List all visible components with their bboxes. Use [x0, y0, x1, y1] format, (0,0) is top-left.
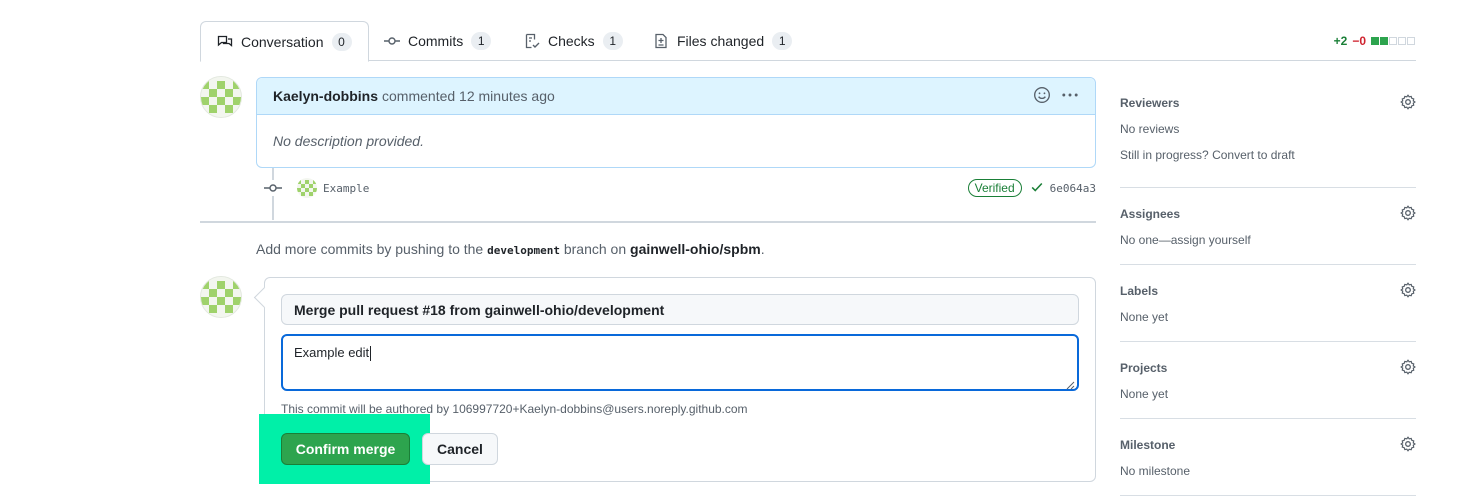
comment-author[interactable]: Kaelyn-dobbins — [273, 88, 378, 104]
diffstat-additions: +2 — [1333, 34, 1348, 48]
checklist-icon — [524, 33, 540, 49]
git-commit-icon — [384, 33, 400, 49]
sidebar-reviewers: Reviewers No reviews Still in progress? … — [1120, 77, 1416, 188]
smiley-icon[interactable] — [1033, 86, 1051, 107]
cancel-button[interactable]: Cancel — [422, 433, 498, 465]
commit-message-link[interactable]: Example — [323, 182, 369, 195]
branch-name: development — [487, 244, 560, 257]
commit-sha-link[interactable]: 6e064a3 — [1050, 182, 1096, 195]
tab-count: 1 — [602, 32, 623, 50]
pr-description-comment: Kaelyn-dobbins commented 12 minutes ago … — [256, 77, 1096, 168]
reviewers-value: No reviews — [1120, 122, 1180, 136]
push-hint-suffix: . — [760, 241, 765, 257]
sidebar-projects: Projects None yet — [1120, 342, 1416, 419]
kebab-horizontal-icon[interactable] — [1061, 86, 1079, 107]
tab-count: 1 — [772, 32, 793, 50]
gear-icon[interactable] — [1400, 94, 1416, 110]
avatar[interactable] — [200, 76, 242, 118]
projects-heading[interactable]: Projects — [1120, 361, 1416, 375]
sidebar-milestone: Milestone No milestone — [1120, 419, 1416, 496]
draft-hint: Still in progress? Convert to draft — [1120, 148, 1416, 162]
push-hint-prefix: Add more commits by pushing to the — [256, 241, 488, 257]
tab-label: Commits — [408, 33, 464, 49]
labels-value: None yet — [1120, 310, 1169, 324]
gear-icon[interactable] — [1400, 359, 1416, 375]
tab-label: Checks — [548, 33, 595, 49]
pr-sidebar: Reviewers No reviews Still in progress? … — [1120, 77, 1416, 496]
sidebar-labels: Labels None yet — [1120, 265, 1416, 342]
comment-body: No description provided. — [273, 133, 424, 149]
sidebar-assignees: Assignees No one—assign yourself — [1120, 188, 1416, 265]
reviewers-heading[interactable]: Reviewers — [1120, 96, 1416, 110]
avatar[interactable] — [200, 276, 242, 318]
draft-hint-prefix: Still in progress? — [1120, 148, 1209, 162]
comment-timestamp[interactable]: commented 12 minutes ago — [382, 88, 555, 104]
check-icon — [1030, 180, 1044, 197]
push-hint: Add more commits by pushing to the devel… — [256, 241, 765, 257]
confirm-merge-button[interactable]: Confirm merge — [281, 433, 410, 465]
identicon-image — [201, 77, 241, 117]
commit-row: Example Verified 6e064a3 — [264, 176, 1096, 200]
repo-name: gainwell-ohio/spbm — [630, 241, 761, 257]
tab-label: Files changed — [677, 33, 765, 49]
timeline-divider — [200, 221, 1096, 223]
milestone-value: No milestone — [1120, 464, 1191, 478]
verified-badge[interactable]: Verified — [967, 179, 1022, 197]
diffstat-deletions: −0 — [1352, 34, 1366, 48]
projects-value: None yet — [1120, 387, 1169, 401]
git-commit-icon — [264, 180, 282, 196]
assignees-heading[interactable]: Assignees — [1120, 207, 1416, 221]
comment-discussion-icon — [217, 34, 233, 50]
gear-icon[interactable] — [1400, 282, 1416, 298]
assign-yourself-link[interactable]: No one—assign yourself — [1120, 233, 1416, 247]
tab-checks[interactable]: Checks 1 — [508, 21, 639, 61]
tab-conversation[interactable]: Conversation 0 — [200, 21, 369, 62]
file-diff-icon — [653, 33, 669, 49]
pr-tabs: Conversation 0 Commits 1 Checks 1 Files … — [200, 21, 1416, 62]
push-hint-middle: branch on — [559, 241, 631, 257]
diffstat: +2 −0 — [1334, 34, 1416, 48]
comment-header: Kaelyn-dobbins commented 12 minutes ago — [257, 78, 1095, 115]
resize-handle-icon[interactable] — [1066, 378, 1075, 390]
gear-icon[interactable] — [1400, 436, 1416, 452]
diffstat-blocks — [1371, 37, 1416, 45]
identicon-image — [201, 277, 241, 317]
gear-icon[interactable] — [1400, 205, 1416, 221]
text-caret — [370, 346, 372, 362]
tab-files-changed[interactable]: Files changed 1 — [637, 21, 808, 61]
tab-count: 0 — [331, 32, 352, 51]
milestone-heading[interactable]: Milestone — [1120, 438, 1416, 452]
convert-to-draft-link[interactable]: Convert to draft — [1212, 148, 1295, 162]
labels-heading[interactable]: Labels — [1120, 284, 1416, 298]
tab-commits[interactable]: Commits 1 — [368, 21, 507, 61]
tab-count: 1 — [471, 32, 492, 50]
commit-author-avatar[interactable] — [297, 178, 317, 198]
merge-title-input[interactable]: Merge pull request #18 from gainwell-ohi… — [281, 294, 1079, 325]
merge-body-text: Example edit — [294, 345, 370, 360]
tab-label: Conversation — [241, 33, 324, 50]
merge-body-textarea[interactable]: Example edit — [281, 334, 1079, 391]
